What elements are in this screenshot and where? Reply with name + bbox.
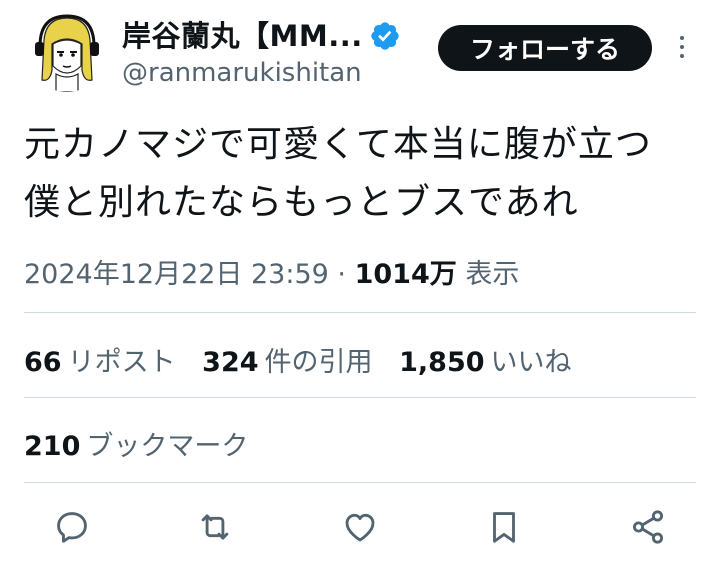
bookmarks-label: ブックマーク (86, 431, 249, 462)
display-name[interactable]: 岸谷蘭丸【MM... (122, 13, 363, 55)
tweet-line: 僕と別れたならもっとブスであれ (24, 182, 579, 223)
divider (24, 312, 696, 313)
avatar[interactable] (26, 10, 108, 92)
likes-label: いいね (490, 347, 572, 378)
divider (24, 482, 696, 483)
meta-separator: · (337, 259, 347, 290)
dot (680, 54, 684, 58)
engagement-stats: 66 リポスト 324 件の引用 1,850 いいね (24, 340, 590, 379)
views-label: 表示 (465, 259, 520, 290)
reposts-stat[interactable]: 66 リポスト (24, 340, 176, 379)
divider (24, 397, 696, 398)
more-options-icon[interactable] (670, 30, 694, 64)
user-handle[interactable]: @ranmarukishitan (122, 58, 362, 88)
reply-icon[interactable] (50, 505, 94, 549)
bookmark-icon[interactable] (482, 505, 526, 549)
likes-stat[interactable]: 1,850 いいね (399, 340, 571, 379)
quotes-count: 324 (202, 347, 259, 378)
dot (680, 36, 684, 40)
tweet-meta: 2024年12月22日 23:59 · 1014万 表示 (24, 252, 519, 291)
quotes-label: 件の引用 (264, 347, 373, 378)
action-bar (0, 505, 720, 553)
dot (680, 45, 684, 49)
tweet-text: 元カノマジで可愛くて本当に腹が立つ 僕と別れたならもっとブスであれ (24, 116, 714, 232)
avatar-illustration (26, 10, 108, 92)
repost-icon[interactable] (193, 505, 237, 549)
share-icon[interactable] (626, 505, 670, 549)
verified-badge-icon (371, 22, 399, 50)
reposts-label: リポスト (67, 347, 176, 378)
timestamp[interactable]: 2024年12月22日 23:59 (24, 259, 329, 290)
like-icon[interactable] (338, 505, 382, 549)
follow-button[interactable]: フォローする (438, 25, 652, 71)
bookmarks-count: 210 (24, 431, 81, 462)
tweet-line: 元カノマジで可愛くて本当に腹が立つ (24, 124, 652, 165)
quotes-stat[interactable]: 324 件の引用 (202, 340, 372, 379)
bookmarks-stat[interactable]: 210 ブックマーク (24, 424, 248, 463)
views-count[interactable]: 1014万 (355, 259, 457, 290)
likes-count: 1,850 (399, 347, 485, 378)
reposts-count: 66 (24, 347, 62, 378)
